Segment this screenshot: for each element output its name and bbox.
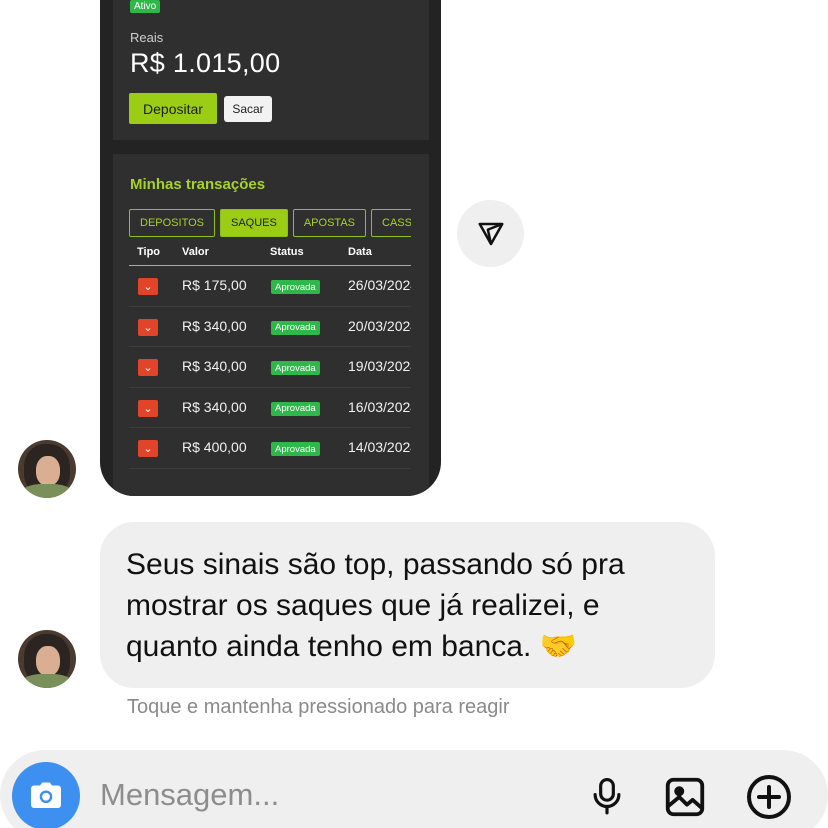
chevron-down-icon: ⌄ (138, 318, 158, 336)
status-badge: Aprovada (271, 320, 320, 335)
row-valor: R$ 340,00 (182, 358, 247, 374)
transactions-table: ⌄ R$ 175,00 Aprovada 26/03/2024 ⌄ R$ 340… (129, 266, 411, 469)
camera-button[interactable] (12, 762, 80, 828)
status-badge: Aprovada (271, 280, 320, 294)
column-valor: Valor (182, 246, 209, 258)
row-valor: R$ 400,00 (182, 439, 247, 455)
tab-apostas: APOSTAS (292, 209, 366, 237)
shared-screenshot[interactable]: Ativo Reais R$ 1.015,00 Depositar Sacar … (100, 0, 441, 496)
status-badge: Ativo (130, 0, 161, 13)
camera-icon (31, 782, 61, 808)
paper-plane-icon (478, 222, 503, 245)
chevron-down-icon: ⌄ (138, 278, 158, 295)
table-row: ⌄ R$ 340,00 Aprovada 20/03/2024 (129, 307, 411, 347)
avatar-shirt (22, 674, 72, 688)
message-composer (0, 750, 828, 828)
row-valor: R$ 175,00 (182, 277, 247, 293)
add-button[interactable] (744, 772, 794, 822)
tab-saques: SAQUES (219, 209, 288, 237)
balance-label: Reais (130, 30, 164, 45)
row-data: 26/03/2024 (348, 277, 411, 293)
table-row: ⌄ R$ 340,00 Aprovada 19/03/2024 (129, 347, 411, 388)
sender-avatar[interactable] (18, 630, 76, 688)
row-data: 16/03/2024 (348, 398, 411, 415)
table-row: ⌄ R$ 400,00 Aprovada 14/03/2024 (129, 428, 411, 469)
message-bubble[interactable]: Seus sinais são top, passando só pra mos… (100, 522, 715, 688)
status-badge: Aprovada (271, 401, 320, 416)
react-hint: Toque e mantenha pressionado para reagir (127, 696, 510, 718)
tab-depositos: DEPOSITOS (129, 209, 215, 237)
gallery-button[interactable] (660, 772, 710, 822)
avatar-face (36, 646, 60, 676)
table-header: Tipo Valor Status Data (129, 244, 411, 266)
share-button[interactable] (457, 200, 524, 267)
avatar-shirt (22, 484, 72, 498)
image-icon (665, 777, 705, 817)
status-badge: Aprovada (271, 442, 320, 456)
transactions-title: Minhas transações (130, 176, 266, 193)
row-data: 20/03/2024 (348, 317, 411, 334)
chevron-down-icon: ⌄ (138, 440, 158, 457)
message-text: Seus sinais são top, passando só pra mos… (126, 548, 625, 663)
row-valor: R$ 340,00 (182, 317, 247, 334)
table-row: ⌄ R$ 340,00 Aprovada 16/03/2024 (129, 388, 411, 428)
row-data: 14/03/2024 (348, 439, 411, 455)
withdraw-button: Sacar (224, 96, 272, 122)
chevron-down-icon: ⌄ (138, 359, 158, 376)
avatar-face (36, 456, 60, 486)
transaction-tabs: DEPOSITOSSAQUESAPOSTASCASSINO (129, 209, 411, 237)
chevron-down-icon: ⌄ (138, 399, 158, 417)
row-valor: R$ 340,00 (182, 398, 247, 415)
sender-avatar[interactable] (18, 440, 76, 498)
row-data: 19/03/2024 (348, 358, 411, 374)
column-status: Status (270, 246, 304, 258)
balance-panel: Ativo Reais R$ 1.015,00 Depositar Sacar (113, 0, 429, 140)
column-data: Data (348, 246, 372, 258)
message-input[interactable] (100, 772, 540, 818)
plus-circle-icon (747, 775, 791, 819)
transactions-panel: Minhas transações DEPOSITOS SAQUES APOSTAS… (113, 154, 429, 496)
microphone-button[interactable] (582, 772, 632, 822)
status-badge: Aprovada (271, 361, 320, 375)
table-row: ⌄ R$ 175,00 Aprovada 26/03/2024 (129, 266, 411, 307)
tab-cassino: CASSINO (371, 209, 411, 237)
balance-value: R$ 1.015,00 (130, 48, 281, 78)
column-tipo: Tipo (137, 246, 161, 258)
microphone-icon (593, 778, 621, 815)
deposit-button: Depositar (129, 93, 217, 124)
